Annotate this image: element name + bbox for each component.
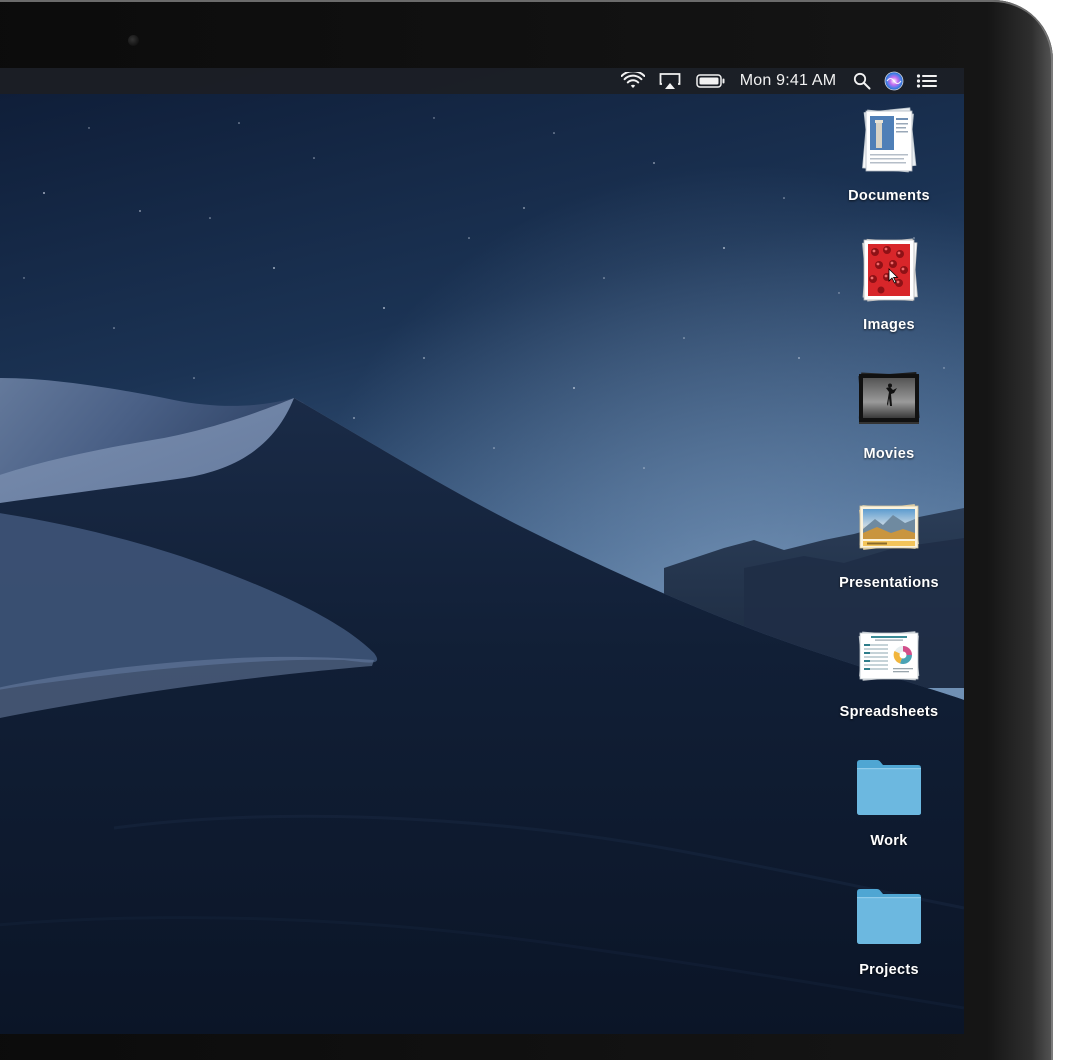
laptop-bezel: Mon 9:41 AM Documents Images Movies Pres… — [0, 0, 1053, 1060]
folder-label: Projects — [859, 962, 919, 978]
spreadsheets-stack-icon — [858, 631, 920, 681]
desktop-wallpaper — [0, 68, 964, 1034]
stack-spreadsheets[interactable]: Spreadsheets — [824, 622, 954, 738]
images-stack-icon — [862, 238, 918, 302]
menu-bar-clock[interactable]: Mon 9:41 AM — [734, 68, 842, 94]
notification-center-icon[interactable] — [914, 68, 940, 94]
stack-movies[interactable]: Movies — [824, 364, 954, 480]
folder-icon — [857, 889, 921, 944]
stack-label: Documents — [848, 188, 930, 204]
stack-label: Images — [863, 317, 915, 333]
stack-documents[interactable]: Documents — [824, 106, 954, 222]
battery-icon[interactable] — [694, 68, 728, 94]
stack-label: Spreadsheets — [839, 704, 939, 720]
menu-bar: Mon 9:41 AM — [0, 68, 964, 94]
airplay-icon[interactable] — [656, 68, 684, 94]
stack-label: Movies — [863, 446, 915, 462]
screen: Mon 9:41 AM Documents Images Movies Pres… — [0, 68, 964, 1034]
folder-label: Work — [870, 833, 908, 849]
spotlight-search-icon[interactable] — [850, 68, 874, 94]
documents-stack-icon — [862, 107, 917, 173]
stack-label: Presentations — [839, 575, 939, 591]
folder-projects[interactable]: Projects — [824, 880, 954, 996]
movies-stack-icon — [858, 372, 920, 424]
folder-icon — [857, 760, 921, 815]
siri-icon[interactable] — [882, 68, 906, 94]
presentations-stack-icon — [859, 504, 919, 550]
stack-presentations[interactable]: Presentations — [824, 493, 954, 609]
folder-work[interactable]: Work — [824, 751, 954, 867]
webcam — [128, 35, 139, 46]
stack-images[interactable]: Images — [824, 235, 954, 351]
wifi-icon[interactable] — [618, 68, 648, 94]
